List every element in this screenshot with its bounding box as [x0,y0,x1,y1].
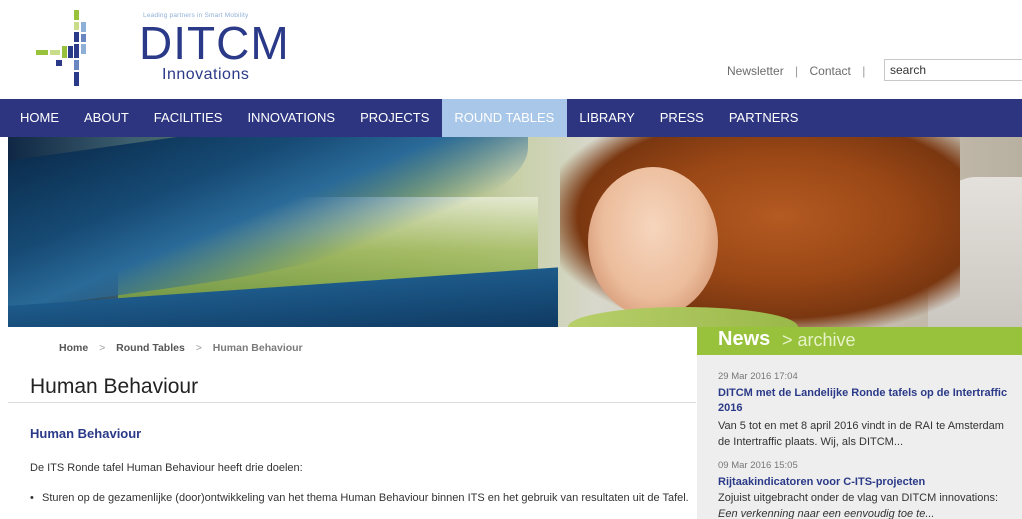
nav-item-partners[interactable]: PARTNERS [716,99,811,137]
breadcrumb: Home > Round Tables > Human Behaviour [59,342,303,354]
nav-item-home[interactable]: HOME [0,99,72,137]
news-date: 29 Mar 2016 17:04 [718,371,798,382]
logo-mark-icon [36,10,86,86]
breadcrumb-separator: > [99,342,106,354]
logo-wordmark: DITCM [139,17,290,69]
main-nav: HOME ABOUT FACILITIES INNOVATIONS PROJEC… [0,99,1022,137]
breadcrumb-separator: > [195,342,202,354]
title-divider [8,402,696,403]
news-archive-link[interactable]: > archive [782,330,856,351]
list-item: Sturen op de gezamenlijke (door)ontwikke… [30,490,690,506]
news-title: News [718,328,771,350]
breadcrumb-current: Human Behaviour [212,342,303,354]
link-separator: | [795,64,799,78]
news-item-link[interactable]: DITCM met de Landelijke Ronde tafels op … [718,386,1018,416]
goals-list: Sturen op de gezamenlijke (door)ontwikke… [30,490,690,506]
logo-subtitle: Innovations [162,66,250,83]
news-excerpt-italic: Een verkenning naar een eenvoudig toe te… [718,508,935,519]
nav-item-round-tables[interactable]: ROUND TABLES [441,99,567,137]
page-title: Human Behaviour [30,375,199,398]
breadcrumb-home[interactable]: Home [59,342,88,354]
ditcm-logo[interactable]: Leading partners in Smart Mobility DITCM… [36,10,289,90]
nav-item-innovations[interactable]: INNOVATIONS [235,99,348,137]
page: Leading partners in Smart Mobility DITCM… [0,0,1022,519]
news-panel: 29 Mar 2016 17:04 DITCM met de Landelijk… [697,355,1022,519]
news-date: 09 Mar 2016 15:05 [718,460,798,471]
site-header: Leading partners in Smart Mobility DITCM… [0,0,1022,99]
nav-item-library[interactable]: LIBRARY [567,99,647,137]
news-excerpt: Zojuist uitgebracht onder de vlag van DI… [718,492,999,504]
nav-item-projects[interactable]: PROJECTS [348,99,442,137]
hero-banner-image [8,137,1022,327]
breadcrumb-round-tables[interactable]: Round Tables [116,342,185,354]
link-separator: | [862,64,866,78]
section-heading: Human Behaviour [30,426,142,441]
newsletter-link[interactable]: Newsletter [727,64,784,78]
search-input[interactable] [884,59,1022,81]
intro-text: De ITS Ronde tafel Human Behaviour heeft… [30,462,303,474]
news-excerpt: Van 5 tot en met 8 april 2016 vindt in d… [718,420,1004,448]
utility-links: Newsletter | Contact | [727,64,873,78]
nav-item-facilities[interactable]: FACILITIES [141,99,235,137]
nav-item-press[interactable]: PRESS [647,99,716,137]
contact-link[interactable]: Contact [810,64,851,78]
nav-item-about[interactable]: ABOUT [72,99,142,137]
hero-face [588,167,718,317]
news-item-link[interactable]: Rijtaakindicatoren voor C-ITS-projecten [718,475,1018,490]
